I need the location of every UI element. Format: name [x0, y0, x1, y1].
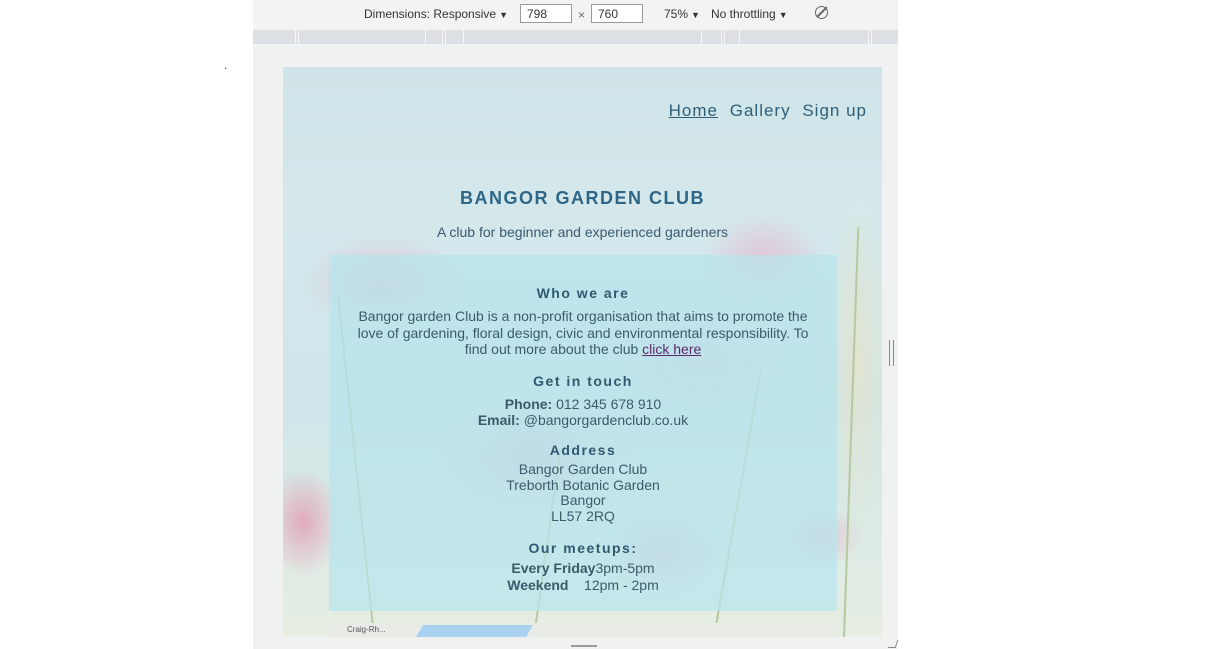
address-line: Bangor Garden Club — [518, 461, 648, 477]
info-panel: Who we are Bangor garden Club is a non-p… — [329, 255, 837, 611]
chevron-down-icon: ▼ — [499, 10, 508, 20]
times-sign: × — [578, 8, 586, 22]
email-address: @bangorgardenclub.co.uk — [523, 412, 689, 428]
media-query-segment[interactable] — [701, 30, 702, 44]
address-line: LL57 2RQ — [551, 508, 615, 525]
nav-link-gallery[interactable]: Gallery — [730, 101, 791, 120]
resize-handle-right[interactable] — [889, 340, 894, 366]
email-label: Email: — [477, 412, 520, 428]
media-query-segment[interactable] — [724, 30, 725, 44]
throttling-dropdown[interactable]: No throttling ▼ — [711, 7, 788, 21]
width-input[interactable]: 798 — [520, 4, 572, 23]
meetup-time: 3pm-5pm — [595, 560, 655, 576]
address-heading: Address — [549, 442, 617, 458]
media-query-segment[interactable] — [868, 30, 869, 44]
who-we-are-heading: Who we are — [536, 285, 630, 301]
resize-handle-bottom[interactable] — [571, 645, 597, 647]
media-query-bar[interactable] — [253, 30, 898, 44]
stray-dot: . — [224, 58, 228, 72]
device-toolbar: Dimensions: Responsive ▼ 798 × 760 75% ▼ N… — [253, 0, 898, 29]
address-line: Treborth Botanic Garden — [506, 476, 660, 493]
phone-number: 012 345 678 910 — [556, 396, 662, 412]
media-query-segment[interactable] — [442, 30, 443, 44]
rotate-icon[interactable] — [815, 6, 828, 19]
media-query-segment[interactable] — [425, 30, 426, 44]
height-input[interactable]: 760 — [591, 4, 643, 23]
meetups-heading: Our meetups: — [528, 540, 638, 556]
media-query-segment[interactable] — [298, 30, 299, 44]
meetup-day: Weekend — [507, 577, 569, 593]
meetup-time: 12pm - 2pm — [584, 577, 659, 593]
chevron-down-icon: ▼ — [691, 10, 700, 20]
map-place-label: Craig-Rh... — [347, 625, 386, 634]
map-water — [414, 625, 534, 637]
media-query-segment[interactable] — [739, 30, 740, 44]
main-nav: Home Gallery Sign up — [663, 101, 867, 121]
click-here-link[interactable]: click here — [642, 341, 701, 357]
phone-label: Phone: — [504, 396, 553, 412]
zoom-dropdown[interactable]: 75% ▼ — [664, 7, 700, 21]
meetup-row: Every Friday3pm-5pm — [329, 560, 837, 576]
meetup-day: Every Friday — [511, 560, 596, 576]
media-query-segment[interactable] — [721, 30, 722, 44]
media-query-segment[interactable] — [295, 30, 296, 44]
email-line: Email: @bangorgardenclub.co.uk — [329, 412, 837, 428]
throttling-label: No throttling — [711, 7, 776, 21]
site-title: BANGOR GARDEN CLUB — [460, 188, 705, 208]
dimensions-dropdown[interactable]: Dimensions: Responsive ▼ — [364, 7, 508, 21]
nav-link-signup[interactable]: Sign up — [802, 101, 867, 120]
address-line: Bangor — [560, 492, 606, 509]
dimensions-label: Dimensions: Responsive — [364, 7, 497, 21]
phone-line: Phone: 012 345 678 910 — [329, 396, 837, 412]
chevron-down-icon: ▼ — [778, 10, 788, 20]
media-query-segment[interactable] — [445, 30, 446, 44]
media-query-segment[interactable] — [871, 30, 872, 44]
who-we-are-body: Bangor garden Club is a non-profit organ… — [357, 308, 809, 357]
who-we-are-text: Bangor garden Club is a non-profit organ… — [349, 308, 817, 358]
devtools-device-toolbar: Dimensions: Responsive ▼ 798 × 760 75% ▼ N… — [253, 0, 898, 46]
nav-link-home[interactable]: Home — [669, 101, 718, 120]
emulated-page: Home Gallery Sign up BANGOR GARDEN CLUB … — [283, 67, 882, 637]
zoom-label: 75% — [664, 7, 689, 21]
get-in-touch-heading: Get in touch — [533, 373, 633, 389]
address-block: Bangor Garden Club Treborth Botanic Gard… — [329, 461, 837, 525]
embedded-map[interactable]: Craig-Rh... — [329, 623, 837, 637]
media-query-segment[interactable] — [463, 30, 464, 44]
site-tagline: A club for beginner and experienced gard… — [436, 224, 729, 240]
meetup-row: Weekend 12pm - 2pm — [329, 577, 837, 593]
